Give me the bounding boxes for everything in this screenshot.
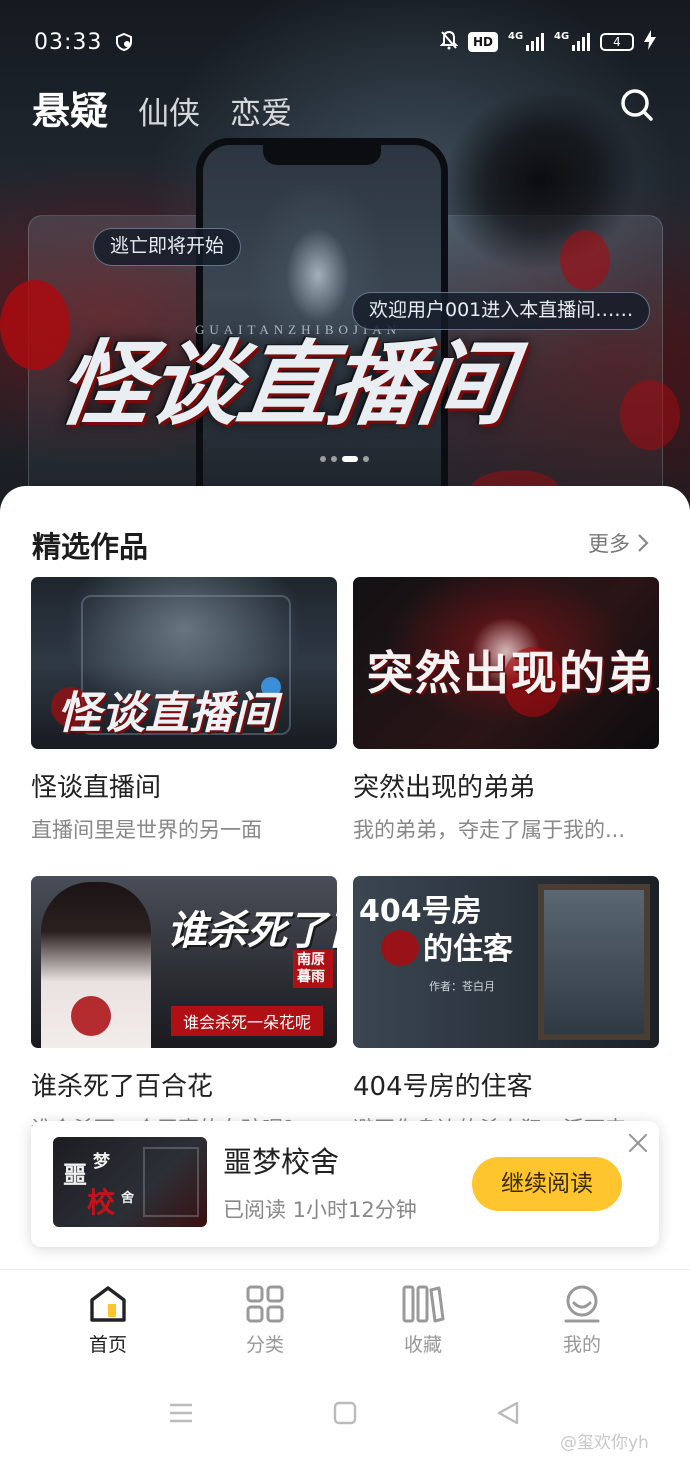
- book-description: 我的弟弟，夺走了属于我的...: [353, 818, 626, 842]
- tab-romance[interactable]: 恋爱: [230, 88, 292, 133]
- book-description: 直播间里是世界的另一面: [31, 818, 262, 842]
- battery-icon: 4: [600, 33, 634, 51]
- nav-label: 收藏: [403, 1334, 442, 1356]
- page-dot: [320, 456, 326, 462]
- recents-button[interactable]: [168, 1400, 194, 1430]
- menu-lines-icon: [170, 1403, 192, 1423]
- cover-title: 怪谈直播间: [57, 688, 277, 739]
- cover-author: 南原暮雨: [293, 950, 333, 988]
- banner-bubble-escape: 逃亡即将开始: [93, 228, 242, 266]
- cover-author: 作者：苍白月: [429, 980, 495, 993]
- continue-book-cover: 噩 梦 校 舍: [53, 1137, 207, 1227]
- status-time: 03:33: [34, 30, 103, 55]
- page-dot: [363, 456, 369, 462]
- book-cover: 谁杀死了百合花 南原暮雨 谁会杀死一朵花呢: [31, 876, 337, 1048]
- more-label: 更多: [588, 532, 630, 556]
- book-title: 404号房的住客: [353, 1072, 533, 1102]
- hd-badge: HD: [467, 32, 498, 52]
- category-tabs: 悬疑 仙侠 恋爱: [32, 80, 292, 135]
- back-button[interactable]: [495, 1400, 521, 1430]
- square-icon: [333, 1401, 357, 1425]
- more-link[interactable]: 更多: [588, 528, 650, 558]
- page-dot-active: [342, 456, 358, 462]
- blood-splatter: [560, 230, 610, 290]
- back-triangle-icon: [497, 1401, 519, 1425]
- book-title: 怪谈直播间: [31, 773, 162, 803]
- page-dot: [331, 456, 337, 462]
- chevron-right-icon: [638, 534, 649, 552]
- home-icon: [90, 1286, 126, 1322]
- book-card[interactable]: 谁杀死了百合花 南原暮雨 谁会杀死一朵花呢 谁杀死了百合花 谁会杀死一个无辜的女…: [31, 876, 337, 1143]
- hero-banner[interactable]: 怪谈直播间 GUAITANZHIBOJIAN 逃亡即将开始 欢迎用户001进入本…: [0, 0, 690, 520]
- book-card[interactable]: 怪谈直播间 怪谈直播间 直播间里是世界的另一面: [31, 577, 337, 844]
- cover-title: 突然出现的弟弟: [367, 646, 659, 700]
- cover-window: [143, 1147, 199, 1217]
- network-type-label: 4G: [554, 31, 570, 42]
- nav-label: 分类: [245, 1334, 284, 1356]
- continue-reading-button[interactable]: 继续阅读: [472, 1157, 622, 1211]
- close-button[interactable]: [626, 1131, 650, 1155]
- search-icon: [621, 89, 653, 121]
- cover-title-line2: 的住客: [423, 932, 513, 967]
- bottom-navigation: 首页 分类 收藏 我的: [0, 1269, 690, 1379]
- watermark: @玺欢你yh: [560, 1433, 649, 1453]
- charging-bolt-icon: [644, 30, 656, 54]
- status-bar: 03:33 HD 4G 4G 4: [0, 24, 690, 64]
- signal-icon: 4G: [554, 31, 590, 51]
- book-cover: 怪谈直播间: [31, 577, 337, 749]
- section-title: 精选作品: [32, 530, 149, 564]
- tab-suspense[interactable]: 悬疑: [32, 80, 108, 135]
- continue-book-title: 噩梦校舍: [223, 1145, 340, 1179]
- nav-category[interactable]: 分类: [215, 1284, 315, 1357]
- book-cover: 404号房 的住客 作者：苍白月: [353, 876, 659, 1048]
- phone-notch: [263, 143, 381, 165]
- book-cover: 突然出现的弟弟: [353, 577, 659, 749]
- signal-icon: 4G: [508, 31, 544, 51]
- book-title: 谁杀死了百合花: [31, 1072, 214, 1102]
- book-card[interactable]: 突然出现的弟弟 突然出现的弟弟 我的弟弟，夺走了属于我的...: [353, 577, 659, 844]
- blood-splatter: [620, 380, 680, 450]
- cover-title: 谁杀死了百合花: [167, 908, 337, 954]
- category-grid-icon: [246, 1285, 284, 1323]
- cover-char: 噩: [63, 1161, 87, 1189]
- continue-reading-card[interactable]: 噩 梦 校 舍 噩梦校舍 已阅读 1小时12分钟 继续阅读: [31, 1121, 659, 1247]
- search-button[interactable]: [618, 86, 656, 124]
- nav-label: 首页: [88, 1334, 127, 1356]
- blood-splatter: [71, 996, 111, 1036]
- shield-icon: [114, 32, 134, 57]
- cover-char: 梦: [93, 1152, 110, 1172]
- network-type-label: 4G: [508, 31, 524, 42]
- blood-handprint: [381, 930, 419, 966]
- cover-tagline: 谁会杀死一朵花呢: [171, 1006, 324, 1036]
- reading-progress: 已阅读 1小时12分钟: [223, 1198, 417, 1222]
- book-card[interactable]: 404号房 的住客 作者：苍白月 404号房的住客 避开你身边的杀人犯，活下来: [353, 876, 659, 1143]
- mute-bell-icon: [439, 30, 459, 54]
- book-title: 突然出现的弟弟: [353, 773, 536, 803]
- nav-favorites[interactable]: 收藏: [373, 1284, 473, 1357]
- blood-splatter: [0, 280, 70, 370]
- tab-xianxia[interactable]: 仙侠: [138, 88, 200, 133]
- nav-label: 我的: [562, 1334, 601, 1356]
- window-illustration: [538, 884, 650, 1040]
- close-icon: [628, 1133, 648, 1153]
- home-system-button[interactable]: [332, 1400, 358, 1430]
- cover-char: 舍: [121, 1191, 135, 1206]
- banner-page-indicator: [320, 456, 369, 462]
- profile-icon: [564, 1285, 600, 1323]
- nav-profile[interactable]: 我的: [532, 1284, 632, 1357]
- nav-home[interactable]: 首页: [58, 1284, 158, 1357]
- bookshelf-icon: [402, 1285, 445, 1323]
- banner-bubble-welcome: 欢迎用户001进入本直播间……: [352, 292, 651, 330]
- cover-char: 校: [87, 1186, 116, 1219]
